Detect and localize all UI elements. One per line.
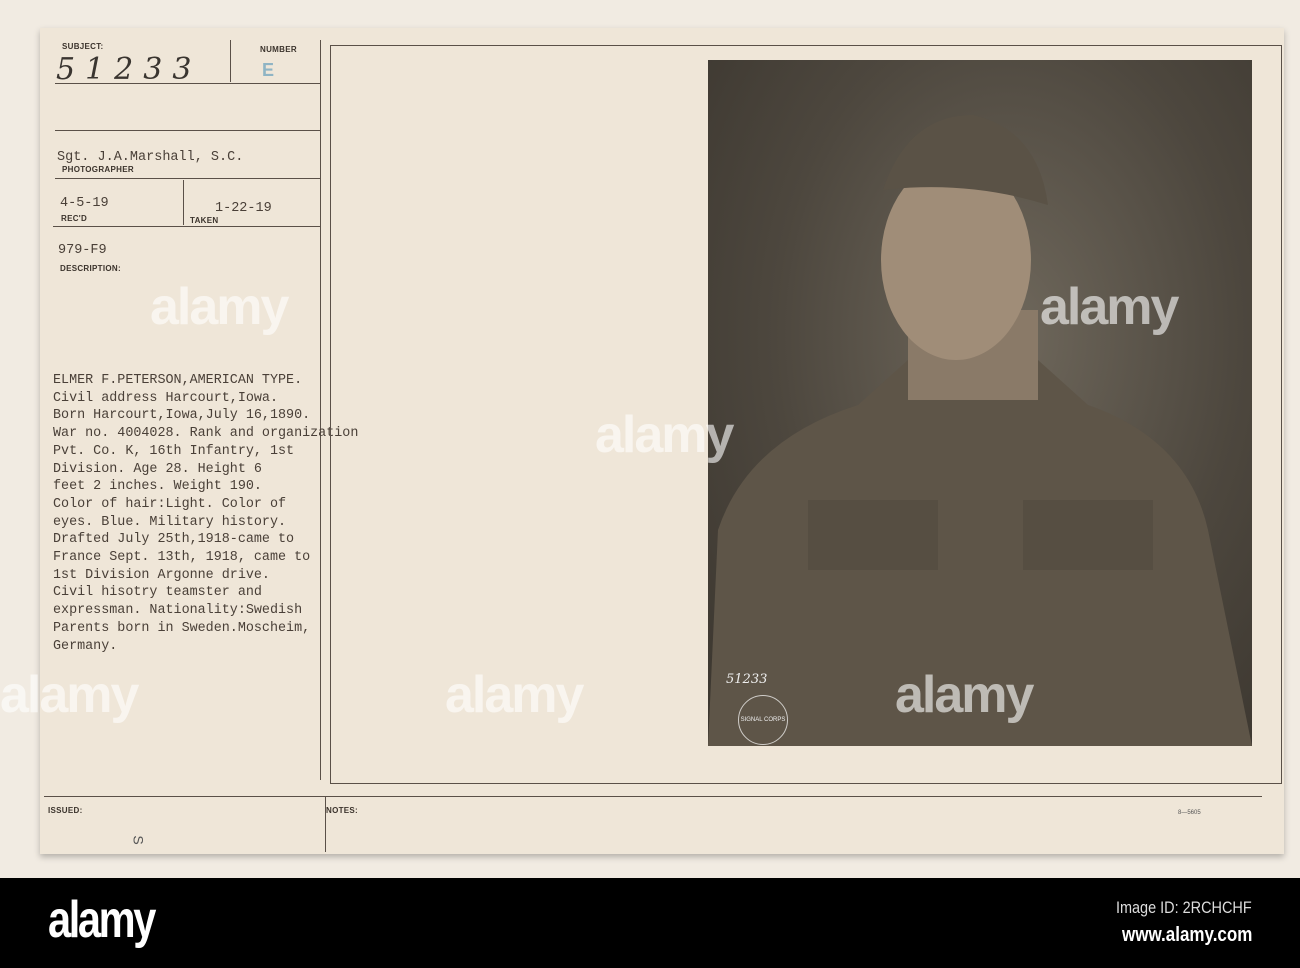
description-line: Born Harcourt,Iowa,July 16,1890. xyxy=(53,408,311,424)
issued-label: ISSUED: xyxy=(48,806,83,815)
description-line: expressman. Nationality:Swedish xyxy=(53,603,303,619)
description-line: 1st Division Argonne drive. xyxy=(53,567,270,583)
alamy-logo: alamy xyxy=(48,891,156,949)
issued-mark: S xyxy=(130,835,147,845)
taken-date: 1-22-19 xyxy=(215,201,272,216)
divider xyxy=(53,226,320,227)
description-label: DESCRIPTION: xyxy=(60,264,121,273)
website-link[interactable]: www.alamy.com xyxy=(1122,924,1252,947)
taken-label: TAKEN xyxy=(190,216,219,225)
description-line: France Sept. 13th, 1918, came to xyxy=(53,550,311,566)
watermark: alamy xyxy=(0,666,139,724)
divider xyxy=(44,796,1262,797)
number-label: NUMBER xyxy=(260,45,297,54)
image-id: Image ID: 2RCHCHF xyxy=(1116,898,1252,917)
divider xyxy=(230,40,231,82)
subject-label: SUBJECT: xyxy=(62,42,104,51)
negative-number: 51233 xyxy=(726,672,768,687)
number-stamp: E xyxy=(262,60,275,80)
description-line: Pvt. Co. K, 16th Infantry, 1st xyxy=(53,443,295,459)
received-date: 4-5-19 xyxy=(60,196,109,211)
notes-label: NOTES: xyxy=(326,806,359,815)
description-line: Parents born in Sweden.Moscheim, xyxy=(53,620,311,636)
description-line: War no. 4004028. Rank and organization xyxy=(53,426,359,442)
description-line: eyes. Blue. Military history. xyxy=(53,514,287,530)
soldier-portrait xyxy=(708,115,1252,746)
description-line: Germany. xyxy=(53,638,118,654)
footer-bar: alamy Image ID: 2RCHCHF www.alamy.com xyxy=(0,878,1300,968)
watermark: alamy xyxy=(895,666,1034,724)
description-line: feet 2 inches. Weight 190. xyxy=(53,479,262,495)
divider xyxy=(55,178,320,179)
description-line: Color of hair:Light. Color of xyxy=(53,496,287,512)
portrait-photo: 51233 SIGNAL CORPS U.S.A. xyxy=(708,60,1252,746)
form-code: 8—5605 xyxy=(1178,810,1201,816)
divider xyxy=(55,83,320,84)
description-line: Division. Age 28. Height 6 xyxy=(53,461,262,477)
watermark: alamy xyxy=(595,406,734,464)
divider xyxy=(55,130,320,131)
signal-corps-stamp: SIGNAL CORPS U.S.A. xyxy=(738,695,788,745)
watermark: alamy xyxy=(1040,278,1179,336)
watermark: alamy xyxy=(445,666,584,724)
file-code: 979-F9 xyxy=(58,243,107,258)
description-line: Drafted July 25th,1918-came to xyxy=(53,532,295,548)
description-text: ELMER F.PETERSON,AMERICAN TYPE. Civil add… xyxy=(53,372,358,655)
description-line: Civil hisotry teamster and xyxy=(53,585,262,601)
description-line: Civil address Harcourt,Iowa. xyxy=(53,390,278,406)
divider xyxy=(183,180,184,225)
subject-number: 51233 xyxy=(56,52,202,87)
description-line: ELMER F.PETERSON,AMERICAN TYPE. xyxy=(53,373,303,388)
divider xyxy=(325,796,326,852)
photographer-name: Sgt. J.A.Marshall, S.C. xyxy=(57,150,244,165)
photographer-label: PHOTOGRAPHER xyxy=(62,165,134,174)
received-label: REC'D xyxy=(61,214,88,223)
watermark: alamy xyxy=(150,278,289,336)
